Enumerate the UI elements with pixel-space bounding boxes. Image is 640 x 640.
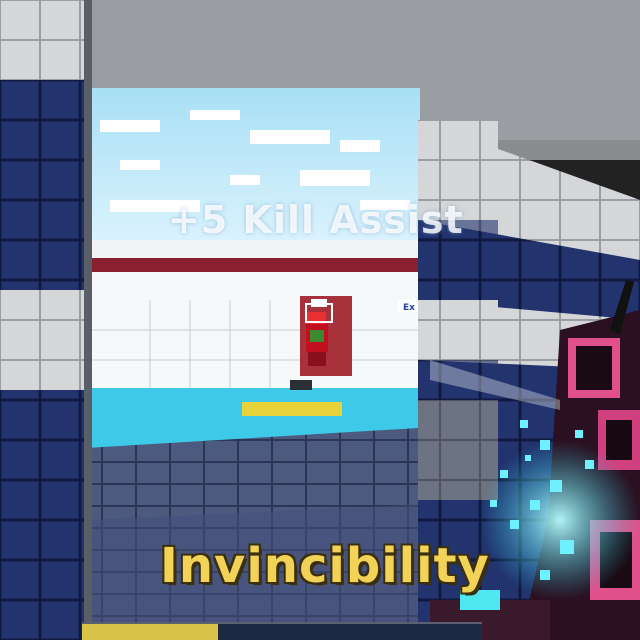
powerup-timer-fill (82, 624, 218, 640)
pool-raft (242, 402, 342, 416)
roof-stripe (92, 258, 418, 272)
far-wall (92, 272, 418, 390)
kill-assist-notification: +5 Kill Assist (168, 198, 464, 242)
left-pillar-edge (84, 0, 92, 640)
sign-text: Ex (403, 303, 415, 313)
left-pillar-white-band-top (0, 0, 90, 80)
left-pillar-white-band-mid (0, 290, 90, 390)
weapon-glow (480, 440, 640, 600)
powerup-timer-bar (82, 622, 482, 640)
right-wall-front-white-mid (418, 300, 498, 360)
raft-shadow (290, 380, 312, 390)
game-viewport: Ex +5 Kill Assist Invincibility (0, 0, 640, 640)
powerup-label: Invincibility (160, 538, 490, 594)
right-wall-front-grey (418, 400, 498, 500)
enemy-player (306, 312, 328, 366)
